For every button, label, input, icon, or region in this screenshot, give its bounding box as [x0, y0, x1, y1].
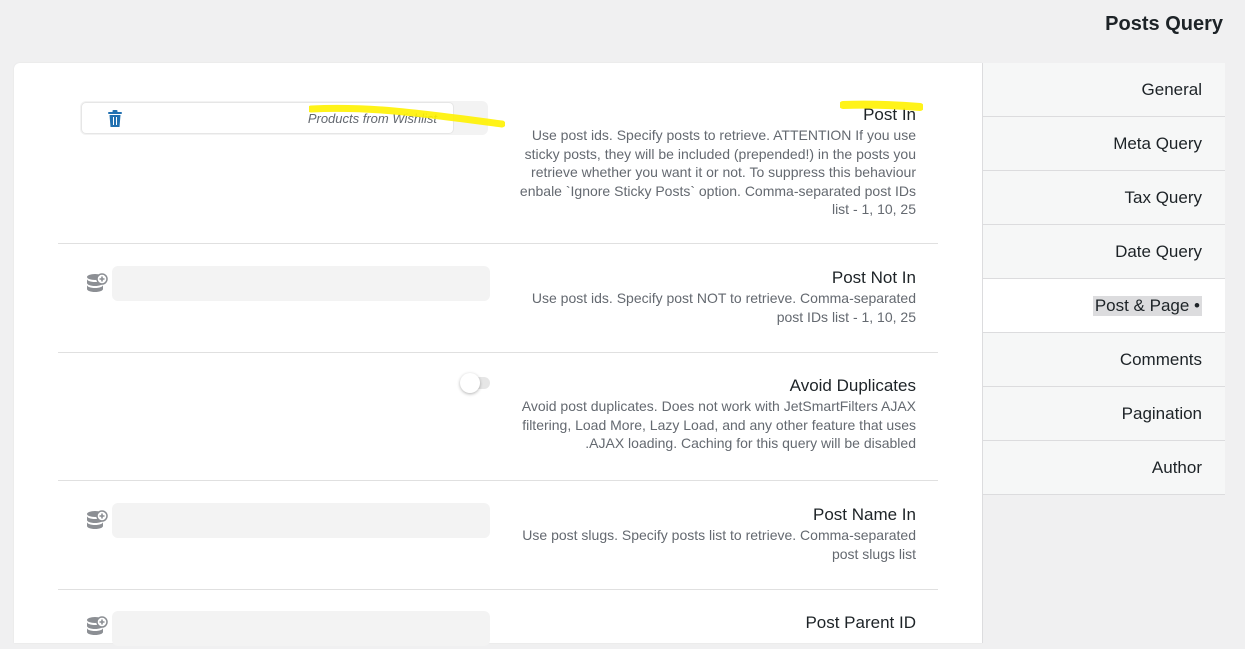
tab-comments[interactable]: Comments: [983, 333, 1225, 387]
post-name-in-title: Post Name In: [813, 505, 916, 524]
post-name-in-input[interactable]: [112, 503, 490, 538]
avoid-duplicates-title: Avoid Duplicates: [789, 376, 916, 395]
query-settings-panel: Products from Wishlist Post In Use post …: [14, 63, 982, 646]
post-parent-id-input[interactable]: [112, 611, 490, 646]
tab-post-page[interactable]: Post & Page •: [983, 279, 1225, 333]
field-post-parent-id: Post Parent ID: [58, 589, 938, 649]
page-title: Posts Query: [1105, 13, 1223, 35]
post-parent-id-title: Post Parent ID: [805, 613, 916, 632]
post-name-in-description: Use post slugs. Specify posts list to re…: [522, 527, 916, 562]
trash-icon[interactable]: [107, 110, 123, 128]
tab-date-query[interactable]: Date Query: [983, 225, 1225, 279]
database-add-icon[interactable]: [86, 616, 108, 638]
field-post-in: Products from Wishlist Post In Use post …: [58, 63, 938, 244]
post-not-in-title: Post Not In: [831, 268, 916, 287]
field-post-name-in: Post Name In Use post slugs. Specify pos…: [58, 480, 938, 590]
database-add-icon[interactable]: [86, 273, 108, 295]
tab-general[interactable]: General: [983, 63, 1225, 117]
tab-author[interactable]: Author: [983, 441, 1225, 495]
database-add-icon[interactable]: [86, 510, 108, 532]
field-post-not-in: Post Not In Use post ids. Specify post N…: [58, 243, 938, 353]
post-not-in-input[interactable]: [112, 266, 490, 301]
post-in-description: Use post ids. Specify posts to retrieve.…: [519, 127, 916, 217]
toggle-knob: [460, 373, 480, 393]
post-not-in-description: Use post ids. Specify post NOT to retrie…: [531, 290, 916, 325]
settings-tabs: General Meta Query Tax Query Date Query …: [982, 63, 1225, 643]
tab-pagination[interactable]: Pagination: [983, 387, 1225, 441]
tab-tax-query[interactable]: Tax Query: [983, 171, 1225, 225]
avoid-duplicates-toggle[interactable]: [460, 373, 490, 393]
tab-meta-query[interactable]: Meta Query: [983, 117, 1225, 171]
highlight-mark: [840, 100, 923, 111]
field-avoid-duplicates: Avoid Duplicates Avoid post duplicates. …: [58, 352, 938, 481]
highlight-mark: [309, 104, 505, 128]
avoid-duplicates-description: Avoid post duplicates. Does not work wit…: [521, 398, 916, 451]
